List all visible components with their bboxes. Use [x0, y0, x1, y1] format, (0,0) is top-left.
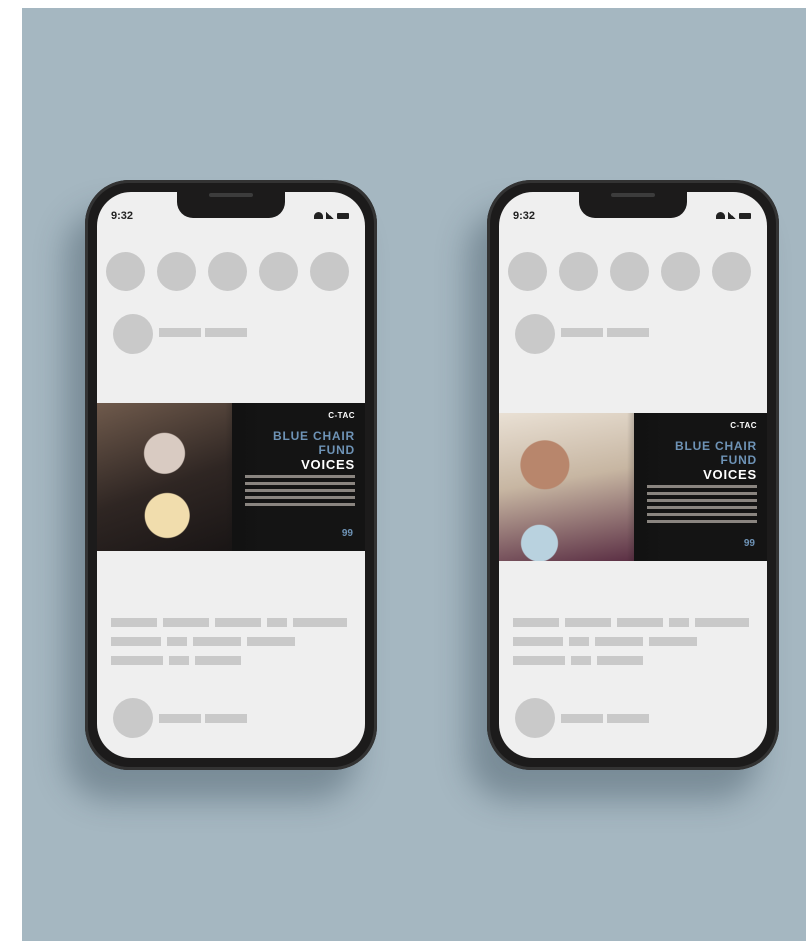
brand-logo: C-TAC — [328, 411, 355, 420]
caption-placeholder — [565, 618, 611, 627]
wifi-icon — [716, 212, 725, 219]
next-post-meta-placeholder — [607, 714, 649, 723]
caption-placeholder — [267, 618, 287, 627]
status-time: 9:32 — [111, 210, 134, 222]
caption-placeholder — [649, 637, 697, 646]
caption-placeholder — [167, 637, 187, 646]
story-avatar[interactable] — [208, 252, 247, 291]
battery-icon — [739, 212, 751, 219]
post-author-meta-placeholder — [205, 328, 247, 337]
post-banner-image[interactable]: C-TAC BLUE CHAIR FUND VOICES 99 — [499, 413, 767, 561]
banner-title-line3: VOICES — [301, 457, 355, 472]
battery-icon — [337, 212, 349, 219]
caption-placeholder — [669, 618, 689, 627]
stories-row — [106, 252, 349, 291]
phone-screen: 9:32 C-TAC BLUE CHAIR FUND VOICES 99 — [97, 192, 365, 758]
caption-placeholder — [513, 637, 563, 646]
speaker — [611, 193, 655, 197]
post-author-avatar[interactable] — [113, 314, 153, 354]
caption-placeholder — [195, 656, 241, 665]
speaker — [209, 193, 253, 197]
quote-text-placeholder — [245, 475, 355, 509]
caption-placeholder — [247, 637, 295, 646]
caption-placeholder — [111, 656, 163, 665]
caption-placeholder — [193, 637, 241, 646]
caption-placeholder — [513, 656, 565, 665]
wifi-icon — [314, 212, 323, 219]
post-author-meta-placeholder — [607, 328, 649, 337]
post-author-name-placeholder — [159, 328, 201, 337]
caption-placeholder — [597, 656, 643, 665]
caption-placeholder — [571, 656, 591, 665]
status-icons — [716, 212, 751, 219]
status-icons — [314, 212, 349, 219]
signal-icon — [326, 212, 334, 219]
quote-text-placeholder — [647, 485, 757, 523]
signal-icon — [728, 212, 736, 219]
post-author-avatar[interactable] — [515, 314, 555, 354]
caption-placeholder — [695, 618, 749, 627]
next-post-meta-placeholder — [205, 714, 247, 723]
story-avatar[interactable] — [508, 252, 547, 291]
story-avatar[interactable] — [157, 252, 196, 291]
caption-placeholder — [595, 637, 643, 646]
banner-title-line2: FUND — [720, 453, 757, 467]
banner-title-line2: FUND — [318, 443, 355, 457]
story-avatar[interactable] — [712, 252, 751, 291]
banner-title-line1: BLUE CHAIR — [675, 439, 757, 453]
portrait-photo — [97, 403, 232, 551]
post-banner-image[interactable]: C-TAC BLUE CHAIR FUND VOICES 99 — [97, 403, 365, 551]
story-avatar[interactable] — [661, 252, 700, 291]
caption-placeholder — [111, 618, 157, 627]
story-avatar[interactable] — [610, 252, 649, 291]
brand-logo: C-TAC — [730, 421, 757, 430]
story-avatar[interactable] — [106, 252, 145, 291]
phone-right: 9:32 C-TAC BLUE CHAIR FUND VOICES 99 — [487, 180, 779, 770]
story-avatar[interactable] — [259, 252, 298, 291]
post-author-name-placeholder — [561, 328, 603, 337]
phone-screen: 9:32 C-TAC BLUE CHAIR FUND VOICES 99 — [499, 192, 767, 758]
quote-mark: 99 — [743, 538, 755, 549]
portrait-photo — [499, 413, 634, 561]
caption-placeholder — [293, 618, 347, 627]
caption-placeholder — [163, 618, 209, 627]
caption-placeholder — [111, 637, 161, 646]
status-time: 9:32 — [513, 210, 536, 222]
caption-placeholder — [617, 618, 663, 627]
next-post-name-placeholder — [561, 714, 603, 723]
caption-placeholder — [513, 618, 559, 627]
banner-title-line3: VOICES — [703, 467, 757, 482]
next-post-avatar[interactable] — [515, 698, 555, 738]
story-avatar[interactable] — [310, 252, 349, 291]
caption-placeholder — [569, 637, 589, 646]
caption-placeholder — [169, 656, 189, 665]
phone-left: 9:32 C-TAC BLUE CHAIR FUND VOICES 99 — [85, 180, 377, 770]
caption-placeholder — [215, 618, 261, 627]
quote-mark: 99 — [341, 528, 353, 539]
banner-title-line1: BLUE CHAIR — [273, 429, 355, 443]
next-post-name-placeholder — [159, 714, 201, 723]
next-post-avatar[interactable] — [113, 698, 153, 738]
stories-row — [508, 252, 751, 291]
story-avatar[interactable] — [559, 252, 598, 291]
